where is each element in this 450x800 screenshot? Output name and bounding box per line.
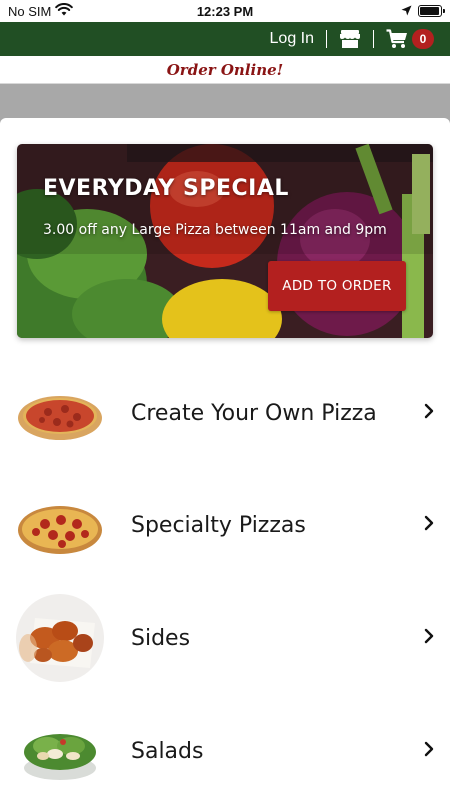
menu-item-sides[interactable]: Sides	[0, 588, 450, 688]
pepperoni-pizza-image	[15, 480, 105, 570]
status-bar: No SIM 12:23 PM	[0, 0, 450, 22]
menu-item-create-your-own-pizza[interactable]: Create Your Own Pizza	[0, 363, 450, 463]
special-description: 3.00 off any Large Pizza between 11am an…	[43, 222, 387, 238]
menu-sheet: EVERYDAY SPECIAL 3.00 off any Large Pizz…	[0, 118, 450, 800]
chevron-right-icon	[424, 515, 434, 535]
menu-item-salads[interactable]: Salads	[0, 701, 450, 800]
wifi-icon	[55, 3, 74, 19]
header-divider	[326, 30, 327, 48]
store-icon[interactable]	[339, 29, 361, 49]
app-header: Log In 0	[0, 22, 450, 56]
battery-icon	[418, 5, 445, 17]
chevron-right-icon	[424, 741, 434, 761]
order-online-text: Order Online!	[166, 60, 284, 79]
menu-item-label: Sides	[131, 625, 191, 651]
salad-image	[15, 706, 105, 796]
status-right	[292, 4, 445, 19]
menu-item-label: Salads	[131, 738, 204, 764]
cart-icon[interactable]	[386, 29, 408, 49]
cart-count-badge[interactable]: 0	[412, 29, 434, 49]
menu-item-label: Specialty Pizzas	[131, 512, 306, 538]
login-link[interactable]: Log In	[270, 30, 314, 48]
status-time: 12:23 PM	[196, 3, 254, 19]
location-arrow-icon	[401, 4, 412, 19]
chevron-right-icon	[424, 628, 434, 648]
special-title: EVERYDAY SPECIAL	[43, 176, 289, 201]
menu-item-specialty-pizzas[interactable]: Specialty Pizzas	[0, 475, 450, 575]
header-divider	[373, 30, 374, 48]
menu-item-label: Create Your Own Pizza	[131, 400, 377, 426]
chevron-right-icon	[424, 403, 434, 423]
battery-fill	[420, 7, 439, 15]
cheese-pizza-image	[15, 368, 105, 458]
wings-image	[15, 593, 105, 683]
add-to-order-button[interactable]: ADD TO ORDER	[268, 261, 406, 311]
status-left: No SIM	[8, 3, 158, 19]
order-online-banner: Order Online!	[0, 56, 450, 84]
special-card: EVERYDAY SPECIAL 3.00 off any Large Pizz…	[17, 144, 433, 338]
carrier-label: No SIM	[8, 3, 52, 19]
